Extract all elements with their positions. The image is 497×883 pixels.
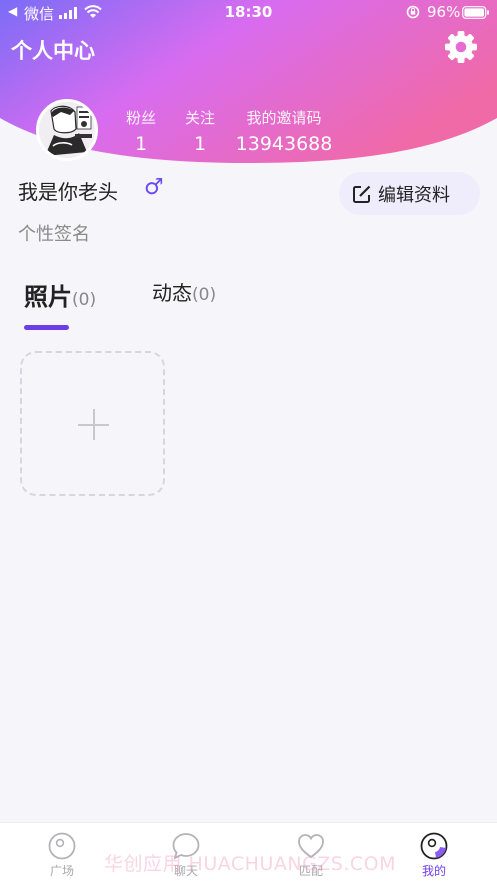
stat-following-value: 1 [193, 133, 207, 155]
rotation-lock-icon [406, 5, 420, 19]
male-gender-icon: ♂ [144, 175, 164, 200]
page-title: 个人中心 [11, 39, 95, 63]
nav-item-square[interactable]: 广场 [32, 831, 92, 879]
gear-icon[interactable] [442, 28, 480, 66]
tab-photos-count: (0) [72, 290, 97, 310]
tab-moments[interactable]: 动态(0) [152, 277, 216, 306]
tab-photos-label: 照片 [24, 283, 72, 311]
tab-moments-label: 动态 [152, 281, 192, 305]
add-photo-button[interactable] [20, 351, 165, 496]
tab-photos[interactable]: 照片(0) [24, 277, 96, 312]
nav-item-mine[interactable]: 我的 [404, 831, 464, 879]
tab-moments-count: (0) [192, 285, 217, 305]
avatar-illustration [39, 102, 95, 158]
stat-fans-value: 1 [134, 133, 148, 155]
active-tab-indicator [24, 325, 69, 330]
signature[interactable]: 个性签名 [18, 220, 90, 246]
avatar[interactable] [36, 99, 98, 161]
stat-invite-code[interactable]: 我的邀请码 13943688 [234, 107, 334, 155]
stat-fans-label: 粉丝 [125, 109, 156, 127]
nav-label-mine: 我的 [421, 864, 446, 878]
stat-invite-code-value: 13943688 [235, 133, 333, 155]
stat-invite-code-label: 我的邀请码 [246, 109, 322, 127]
edit-icon [353, 185, 371, 203]
edit-profile-button[interactable]: 编辑资料 [339, 172, 480, 215]
nav-label-square: 广场 [49, 864, 74, 878]
battery-icon [462, 6, 489, 19]
edit-profile-label: 编辑资料 [378, 184, 450, 206]
stat-fans[interactable]: 粉丝 1 [120, 107, 162, 155]
status-bar: ◀ 微信 18:30 96% [0, 0, 497, 26]
battery-percentage: 96% [427, 3, 461, 21]
status-time: 18:30 [224, 3, 273, 21]
stat-following[interactable]: 关注 1 [179, 107, 221, 155]
watermark: 华创应用 HUACHUANGZS.COM [104, 853, 397, 875]
face-filled-icon [420, 832, 448, 860]
nickname: 我是你老头 [18, 180, 118, 204]
face-outline-icon [48, 832, 76, 860]
stat-following-label: 关注 [184, 109, 215, 127]
